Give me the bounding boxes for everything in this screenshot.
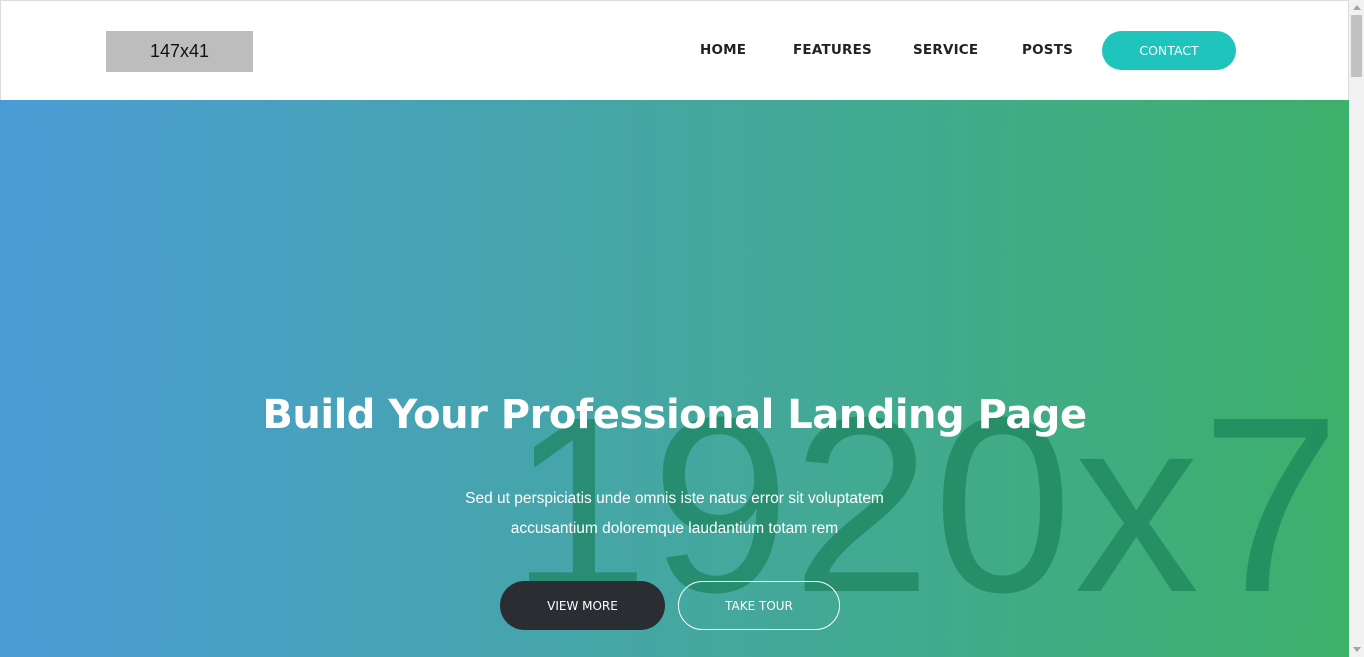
view-more-button[interactable]: VIEW MORE [500, 581, 665, 630]
take-tour-button[interactable]: TAKE TOUR [678, 581, 840, 630]
nav-posts-link[interactable]: POSTS [1022, 42, 1073, 58]
vertical-scrollbar[interactable] [1349, 0, 1364, 657]
hero-section: 1920x750 Build Your Professional Landing… [0, 100, 1349, 657]
hero-title: Build Your Professional Landing Page [262, 392, 1087, 438]
hero-subtitle-line-1: Sed ut perspiciatis unde omnis iste natu… [465, 490, 884, 507]
contact-button[interactable]: CONTACT [1102, 31, 1236, 70]
scroll-down-arrow-icon[interactable] [1349, 642, 1364, 657]
nav-service-link[interactable]: SERVICE [913, 42, 978, 58]
hero-subtitle-line-2: accusantium doloremque laudantium totam … [510, 520, 839, 537]
nav-features-link[interactable]: FEATURES [793, 42, 872, 58]
scrollbar-thumb[interactable] [1351, 15, 1362, 77]
scroll-up-arrow-icon[interactable] [1349, 0, 1364, 15]
nav-home-link[interactable]: HOME [700, 42, 746, 58]
site-header: 147x41 HOME FEATURES SERVICE POSTS CONTA… [0, 0, 1349, 100]
page: 147x41 HOME FEATURES SERVICE POSTS CONTA… [0, 0, 1349, 657]
